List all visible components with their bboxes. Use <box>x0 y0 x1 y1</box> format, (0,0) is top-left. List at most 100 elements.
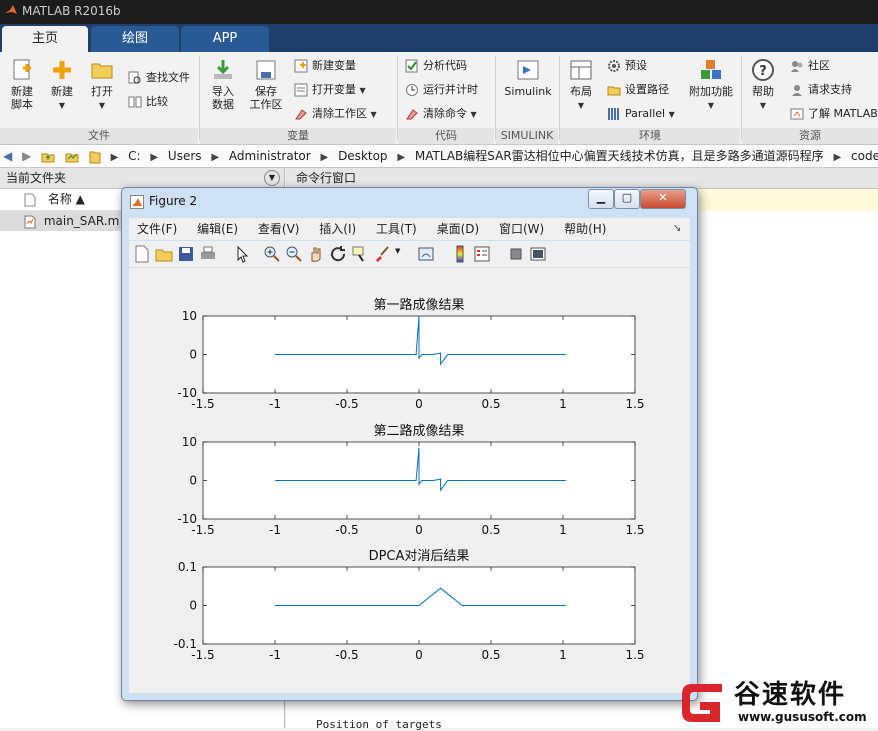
help-button[interactable]: ? 帮助 ▼ <box>746 58 780 112</box>
new-figure-icon[interactable] <box>133 245 151 263</box>
preferences-button[interactable]: 预设 <box>607 56 647 76</box>
breadcrumb-drive[interactable]: C: <box>128 145 140 167</box>
open-variable-label: 打开变量 <box>312 83 356 96</box>
data-cursor-icon[interactable] <box>351 245 369 263</box>
chevron-down-icon: ▼ <box>370 110 377 119</box>
clear-workspace-button[interactable]: 清除工作区 ▼ <box>294 104 377 124</box>
menu-edit[interactable]: 编辑(E) <box>197 222 238 236</box>
current-folder-header: 当前文件夹 ▼ <box>0 168 284 189</box>
new-plus-icon <box>53 61 71 79</box>
zoom-in-icon[interactable] <box>263 245 281 263</box>
new-button[interactable]: 新建 ▼ <box>44 58 80 112</box>
community-button[interactable]: 社区 <box>790 56 830 76</box>
show-plot-tools-icon[interactable] <box>529 245 547 263</box>
maximize-icon: ▢ <box>621 191 633 204</box>
addons-button[interactable]: 附加功能 ▼ <box>688 58 734 112</box>
matlab-logo-icon <box>5 5 17 14</box>
save-workspace-label: 保存 工作区 <box>249 85 283 111</box>
maximize-button[interactable]: ▢ <box>614 189 640 209</box>
menu-file[interactable]: 文件(F) <box>137 222 177 236</box>
rotate-icon[interactable] <box>329 245 347 263</box>
open-variable-button[interactable]: 打开变量 ▼ <box>294 80 366 100</box>
back-arrow-icon[interactable]: ◀ <box>3 145 12 167</box>
tab-apps[interactable]: APP <box>181 26 269 52</box>
link-plot-icon[interactable] <box>417 245 435 263</box>
up-folder-icon[interactable] <box>41 145 55 167</box>
import-data-button[interactable]: 导入 数据 <box>204 58 242 111</box>
menu-view[interactable]: 查看(V) <box>258 222 300 236</box>
y-tick-label: 10 <box>182 435 197 449</box>
x-tick-label: 0 <box>415 648 423 662</box>
figure-plot-area[interactable]: 第一路成像结果 -1.5 -1 -0.5 0 0.5 1 1.5 10 0 -10 第二路成像结果 -1… <box>129 268 690 693</box>
simulink-label: Simulink <box>504 85 552 98</box>
new-label: 新建 <box>51 85 73 98</box>
code-group-label: 代码 <box>398 128 494 144</box>
brush-icon[interactable] <box>373 245 391 263</box>
menu-insert[interactable]: 插入(I) <box>319 222 356 236</box>
breadcrumb-administrator[interactable]: Administrator <box>229 145 311 167</box>
parallel-button[interactable]: Parallel ▼ <box>607 104 675 124</box>
figure-window: Figure 2 ▁ ▢ ✕ 文件(F) 编辑(E) 查看(V) 插入(I) 工… <box>121 187 698 701</box>
open-file-icon[interactable] <box>155 245 173 263</box>
tab-plots[interactable]: 绘图 <box>91 26 179 52</box>
x-tick-label: 1 <box>559 648 567 662</box>
save-workspace-button[interactable]: 保存 工作区 <box>246 58 286 111</box>
menu-tools[interactable]: 工具(T) <box>376 222 417 236</box>
browse-folder-icon[interactable] <box>65 145 79 167</box>
print-icon[interactable] <box>199 245 217 263</box>
y-tick-label: 0.1 <box>178 560 197 574</box>
community-label: 社区 <box>808 59 830 72</box>
minimize-button[interactable]: ▁ <box>588 189 614 209</box>
zoom-out-icon[interactable] <box>285 245 303 263</box>
brush-chevron-down-icon[interactable]: ▼ <box>395 247 400 255</box>
learn-matlab-button[interactable]: 了解 MATLAB <box>790 104 878 124</box>
pointer-icon[interactable] <box>233 245 251 263</box>
y-tick-label: -0.1 <box>174 637 197 651</box>
hide-plot-tools-icon[interactable] <box>507 245 525 263</box>
x-tick-label: 1 <box>559 523 567 537</box>
menu-help[interactable]: 帮助(H) <box>564 222 606 236</box>
watermark: 谷速软件 www.gususoft.com <box>676 672 878 728</box>
find-files-button[interactable]: 查找文件 <box>128 68 190 88</box>
simulink-button[interactable]: Simulink <box>500 58 556 98</box>
help-label: 帮助 <box>752 85 774 98</box>
save-icon[interactable] <box>177 245 195 263</box>
clear-commands-icon <box>406 109 418 120</box>
run-and-time-button[interactable]: 运行并计时 <box>405 80 478 100</box>
new-variable-button[interactable]: 新建变量 <box>294 56 356 76</box>
breadcrumb-users[interactable]: Users <box>168 145 202 167</box>
compare-button[interactable]: 比较 <box>128 92 168 112</box>
chevron-right-icon: ▶ <box>833 152 842 163</box>
breadcrumb-project-folder[interactable]: MATLAB编程SAR雷达相位中心偏置天线技术仿真，且是多路多通道源码程序 <box>415 145 824 167</box>
new-script-button[interactable]: 新建 脚本 <box>4 58 40 111</box>
x-tick-label: -0.5 <box>335 648 358 662</box>
x-tick-label: 1.5 <box>625 648 644 662</box>
open-variable-icon <box>294 83 308 97</box>
analyze-code-button[interactable]: 分析代码 <box>405 56 467 76</box>
menu-window[interactable]: 窗口(W) <box>499 222 544 236</box>
simulink-icon <box>517 60 539 80</box>
set-path-button[interactable]: 设置路径 <box>607 80 669 100</box>
forward-arrow-icon[interactable]: ▶ <box>22 145 31 167</box>
colorbar-icon[interactable] <box>451 245 469 263</box>
legend-icon[interactable] <box>473 245 491 263</box>
command-window-header: 命令行窗口 <box>286 168 878 189</box>
find-files-icon <box>128 71 141 84</box>
clear-commands-button[interactable]: 清除命令 ▼ <box>405 104 477 124</box>
ribbon: 新建 脚本 新建 ▼ 打开 ▼ 查找文件 比较 文件 导入 数据 保存 工作区 新建… <box>0 52 878 145</box>
menu-dock-icon[interactable]: ↘ <box>673 218 681 240</box>
close-button[interactable]: ✕ <box>640 189 686 209</box>
tab-home[interactable]: 主页 <box>2 26 88 52</box>
open-button[interactable]: 打开 ▼ <box>84 58 120 112</box>
breadcrumb-code[interactable]: code <box>851 145 878 167</box>
parallel-icon <box>608 108 619 120</box>
file-group-label: 文件 <box>0 128 198 144</box>
pan-icon[interactable] <box>307 245 325 263</box>
new-script-icon <box>13 59 31 80</box>
request-support-button[interactable]: 请求支持 <box>790 80 852 100</box>
layout-button[interactable]: 布局 ▼ <box>564 58 598 112</box>
menu-desktop[interactable]: 桌面(D) <box>437 222 480 236</box>
panel-menu-icon[interactable]: ▼ <box>264 170 280 186</box>
layout-label: 布局 <box>570 85 592 98</box>
breadcrumb-desktop[interactable]: Desktop <box>338 145 388 167</box>
